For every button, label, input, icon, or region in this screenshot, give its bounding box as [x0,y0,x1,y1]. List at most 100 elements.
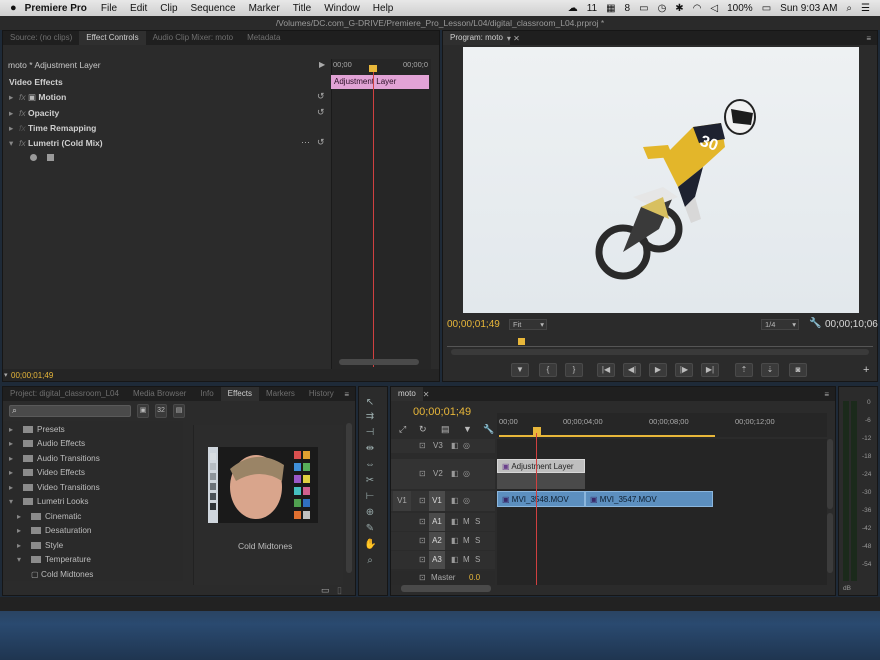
add-marker-icon[interactable]: ▼ [463,424,472,434]
effect-opacity[interactable]: ▸ fx Opacity [9,106,59,120]
menu-sequence[interactable]: Sequence [191,3,236,14]
list-item-presets[interactable]: ▸ Presets [9,423,65,437]
volume-icon[interactable]: ◁ [710,3,718,14]
rect-mask-icon[interactable] [47,154,54,161]
program-video-frame[interactable]: 30 [463,47,859,313]
panel-menu-icon[interactable]: ≡ [344,390,349,399]
clock-text[interactable]: Sun 9:03 AM [780,3,837,14]
clip-mvi-3548[interactable]: ▣ MVI_3548.MOV [497,491,585,507]
timeline-scroll-h[interactable] [401,585,491,592]
track-v1-label[interactable]: V1 [429,491,445,511]
effect-motion[interactable]: ▸ fx ▣ Motion [9,90,66,104]
timeline-settings-icon[interactable]: 🔧 [483,424,494,435]
tab-timeline-moto[interactable]: moto [391,387,423,401]
ec-filter-icon[interactable]: ▾ [4,371,8,379]
tab-media-browser[interactable]: Media Browser [126,387,193,401]
menu-help[interactable]: Help [373,3,394,14]
selection-tool-icon[interactable]: ↖ [364,397,376,409]
lock-icon[interactable]: ⊡ [419,532,426,550]
effects-scrollbar[interactable] [346,423,352,573]
mute-toggle[interactable]: M [463,532,470,550]
menu-clip[interactable]: Clip [160,3,177,14]
list-item-cinematic[interactable]: ▸ Cinematic [17,510,81,524]
tab-metadata[interactable]: Metadata [240,31,287,45]
tab-history[interactable]: History [302,387,341,401]
ec-timecode[interactable]: 00;00;01;49 [11,371,53,380]
accelerated-effects-button[interactable]: ▣ [137,404,149,418]
clip-mvi-3547[interactable]: ▣ MVI_3547.MOV [585,491,713,507]
track-select-tool-icon[interactable]: ⇉ [364,411,376,423]
program-playhead-marker[interactable] [518,338,525,345]
program-scrubber[interactable] [447,337,873,347]
tab-source[interactable]: Source: (no clips) [3,31,79,45]
wifi-icon[interactable]: ◠ [693,3,702,14]
linked-selection-icon[interactable]: ↻ [419,424,427,435]
step-back-button[interactable]: ◀| [623,363,641,377]
spotlight-icon[interactable]: ⌕ [846,3,852,14]
track-a2-label[interactable]: A2 [429,532,445,550]
list-item-video-transitions[interactable]: ▸ Video Transitions [9,481,100,495]
menu-title[interactable]: Title [293,3,312,14]
solo-toggle[interactable]: S [475,513,480,531]
solo-toggle[interactable]: S [475,532,480,550]
list-item-audio-transitions[interactable]: ▸ Audio Transitions [9,452,100,466]
effect-time-remapping[interactable]: ▸ fx Time Remapping [9,121,96,135]
tab-program[interactable]: Program: moto [443,31,510,45]
pen-tool-icon[interactable]: ✎ [364,523,376,535]
32bit-effects-button[interactable]: 32 [155,404,167,418]
apple-icon[interactable]: ● [10,2,17,14]
razor-tool-icon[interactable]: ✂ [364,475,376,487]
program-menu-icon[interactable]: ▾ ✕ [507,34,520,43]
ec-playhead-handle[interactable] [369,65,377,72]
reset-opacity-icon[interactable]: ↺ [317,107,325,118]
tab-info[interactable]: Info [193,387,220,401]
list-item-style[interactable]: ▸ Style [17,539,63,553]
zoom-tool-icon[interactable]: ⌕ [364,555,376,567]
eye-icon[interactable]: ◎ [463,491,470,511]
lock-icon[interactable]: ⊡ [419,513,426,531]
go-to-out-button[interactable]: ▶| [701,363,719,377]
list-item-lumetri-looks[interactable]: ▾ Lumetri Looks [9,495,88,509]
master-volume[interactable]: 0.0 [469,571,480,585]
ellipse-mask-icon[interactable] [30,154,37,161]
add-button-icon[interactable]: + [863,364,869,376]
timeline-timecode[interactable]: 00;00;01;49 [413,406,471,418]
new-bin-icon[interactable]: ▭ [321,585,330,596]
slip-tool-icon[interactable]: ⊢ [364,491,376,503]
yuv-effects-button[interactable]: ▤ [173,404,185,418]
rolling-edit-tool-icon[interactable]: ⇹ [364,443,376,455]
hand-tool-icon[interactable]: ✋ [364,539,376,551]
screen-icon[interactable]: ▭ [639,3,648,14]
eye-icon[interactable]: ◎ [463,459,470,489]
program-zoom-bar[interactable] [451,349,869,355]
lock-icon[interactable]: ⊡ [419,491,426,511]
menu-edit[interactable]: Edit [130,3,147,14]
tab-markers[interactable]: Markers [259,387,302,401]
play-clip-icon[interactable]: ▶ [319,60,325,69]
timeline-playhead-handle[interactable] [533,427,541,435]
expand-icon[interactable]: ▸ [9,121,19,135]
mute-icon[interactable]: ◧ [451,513,459,531]
notification-icon[interactable]: ☰ [861,3,870,14]
expand-icon[interactable]: ▸ [9,90,19,104]
toggle-output-icon[interactable]: ◧ [451,491,459,511]
add-marker-button[interactable]: ▼ [511,363,529,377]
export-frame-button[interactable]: ◙ [789,363,807,377]
tab-effect-controls[interactable]: Effect Controls [79,31,146,45]
panel-menu-icon[interactable]: ≡ [866,34,871,43]
snap-icon[interactable]: ⤢ [399,424,406,435]
status-count-11[interactable]: 11 [587,3,597,14]
battery-icon[interactable]: ▭ [762,3,771,14]
clock-icon[interactable]: ◷ [658,3,667,14]
settings-lumetri-icon[interactable]: ⋯ [301,137,310,148]
cloud-icon[interactable]: ☁ [568,3,578,14]
ec-playhead[interactable] [373,67,374,367]
menu-file[interactable]: File [101,3,117,14]
wrench-icon[interactable]: 🔧 [809,318,821,329]
mark-in-button[interactable]: { [539,363,557,377]
list-item-temperature[interactable]: ▾ Temperature [17,553,91,567]
track-a1-label[interactable]: A1 [429,513,445,531]
mark-out-button[interactable]: } [565,363,583,377]
go-to-in-button[interactable]: |◀ [597,363,615,377]
extract-button[interactable]: ⇣ [761,363,779,377]
